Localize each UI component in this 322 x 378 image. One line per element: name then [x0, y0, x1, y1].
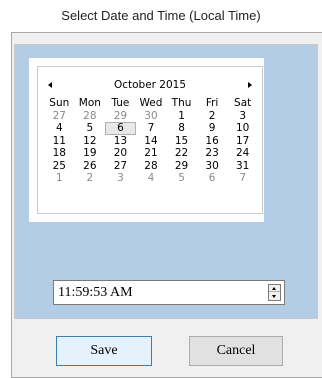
calendar-day[interactable]: 27	[105, 160, 136, 173]
calendar-day[interactable]: 6	[197, 172, 228, 185]
calendar-day[interactable]: 13	[105, 135, 136, 148]
calendar-day[interactable]: 5	[75, 122, 106, 135]
calendar-day[interactable]: 29	[105, 110, 136, 123]
calendar-day-today[interactable]: 6	[105, 122, 136, 135]
calendar-day[interactable]: 16	[197, 135, 228, 148]
calendar-day[interactable]: 21	[136, 147, 167, 160]
weekday-label: Wed	[139, 97, 163, 109]
spin-down-icon[interactable]	[269, 293, 280, 300]
calendar-day[interactable]: 8	[166, 122, 197, 135]
calendar-day[interactable]: 12	[75, 135, 106, 148]
weekday-label: Sat	[234, 97, 252, 109]
weekday-row: Sun Mon Tue Wed Thu Fri Sat	[44, 97, 258, 110]
time-value[interactable]: 11:59:53 AM	[58, 285, 133, 301]
calendar-day[interactable]: 26	[75, 160, 106, 173]
calendar-day[interactable]: 1	[44, 172, 75, 185]
triangle-right-icon[interactable]	[248, 82, 252, 88]
calendar-day[interactable]: 28	[136, 160, 167, 173]
calendar-day[interactable]: 4	[44, 122, 75, 135]
calendar-day[interactable]: 27	[44, 110, 75, 123]
calendar-day[interactable]: 2	[197, 110, 228, 123]
calendar-day[interactable]: 3	[105, 172, 136, 185]
dialog-title: Select Date and Time (Local Time)	[61, 8, 261, 23]
calendar-day[interactable]: 24	[227, 147, 258, 160]
cancel-button[interactable]: Cancel	[189, 336, 283, 366]
calendar-day[interactable]: 1	[166, 110, 197, 123]
calendar-week-row: 18 19 20 21 22 23 24	[44, 147, 258, 160]
calendar-day[interactable]: 4	[136, 172, 167, 185]
calendar-day[interactable]: 22	[166, 147, 197, 160]
calendar-header: October 2015	[38, 79, 262, 91]
calendar-day[interactable]: 29	[166, 160, 197, 173]
calendar-day[interactable]: 23	[197, 147, 228, 160]
calendar-day[interactable]: 7	[136, 122, 167, 135]
calendar-week-row: 1234567	[44, 172, 258, 185]
calendar-day[interactable]: 30	[197, 160, 228, 173]
weekday-label: Thu	[171, 97, 192, 109]
calendar-grid: Sun Mon Tue Wed Thu Fri Sat 27 28 29 30 1 2 3 4…	[44, 97, 258, 185]
calendar-week-row: 11 12 13 14 15 16 17	[44, 135, 258, 148]
calendar-day[interactable]: 30	[136, 110, 167, 123]
calendar-day[interactable]: 19	[75, 147, 106, 160]
calendar-day[interactable]: 3	[227, 110, 258, 123]
weekday-label: Sun	[49, 97, 70, 109]
weekday-label: Fri	[205, 97, 219, 109]
calendar-day[interactable]: 5	[166, 172, 197, 185]
calendar-day[interactable]: 17	[227, 135, 258, 148]
calendar-day[interactable]: 14	[136, 135, 167, 148]
calendar-day[interactable]: 25	[44, 160, 75, 173]
time-picker[interactable]: 11:59:53 AM	[53, 280, 285, 305]
weekday-label: Mon	[78, 97, 101, 109]
calendar-weeks: 27 28 29 30 1 2 3 4 5 6 7 8 9 10 11 12 13 14 15 16 17 18 19 20 2…	[44, 110, 258, 185]
calendar-day[interactable]: 20	[105, 147, 136, 160]
calendar-day[interactable]: 2	[75, 172, 106, 185]
up-down-spinner-icon[interactable]	[268, 284, 281, 301]
calendar-day[interactable]: 28	[75, 110, 106, 123]
calendar-day[interactable]: 9	[197, 122, 228, 135]
spin-up-icon[interactable]	[269, 285, 280, 292]
save-button[interactable]: Save	[56, 336, 152, 366]
calendar-day[interactable]: 15	[166, 135, 197, 148]
calendar-day[interactable]: 18	[44, 147, 75, 160]
calendar-day[interactable]: 10	[227, 122, 258, 135]
month-label[interactable]: October 2015	[38, 79, 262, 91]
calendar-week-row: 4 5 6 7 8 9 10	[44, 122, 258, 135]
calendar-week-row: 27 28 29 30 1 2 3	[44, 110, 258, 123]
month-calendar[interactable]: October 2015 Sun Mon Tue Wed Thu Fri Sat…	[37, 66, 263, 214]
calendar-day[interactable]: 11	[44, 135, 75, 148]
calendar-day[interactable]: 7	[227, 172, 258, 185]
calendar-week-row: 25 26 27 28 29 30 31	[44, 160, 258, 173]
calendar-day[interactable]: 31	[227, 160, 258, 173]
weekday-label: Tue	[111, 97, 130, 109]
